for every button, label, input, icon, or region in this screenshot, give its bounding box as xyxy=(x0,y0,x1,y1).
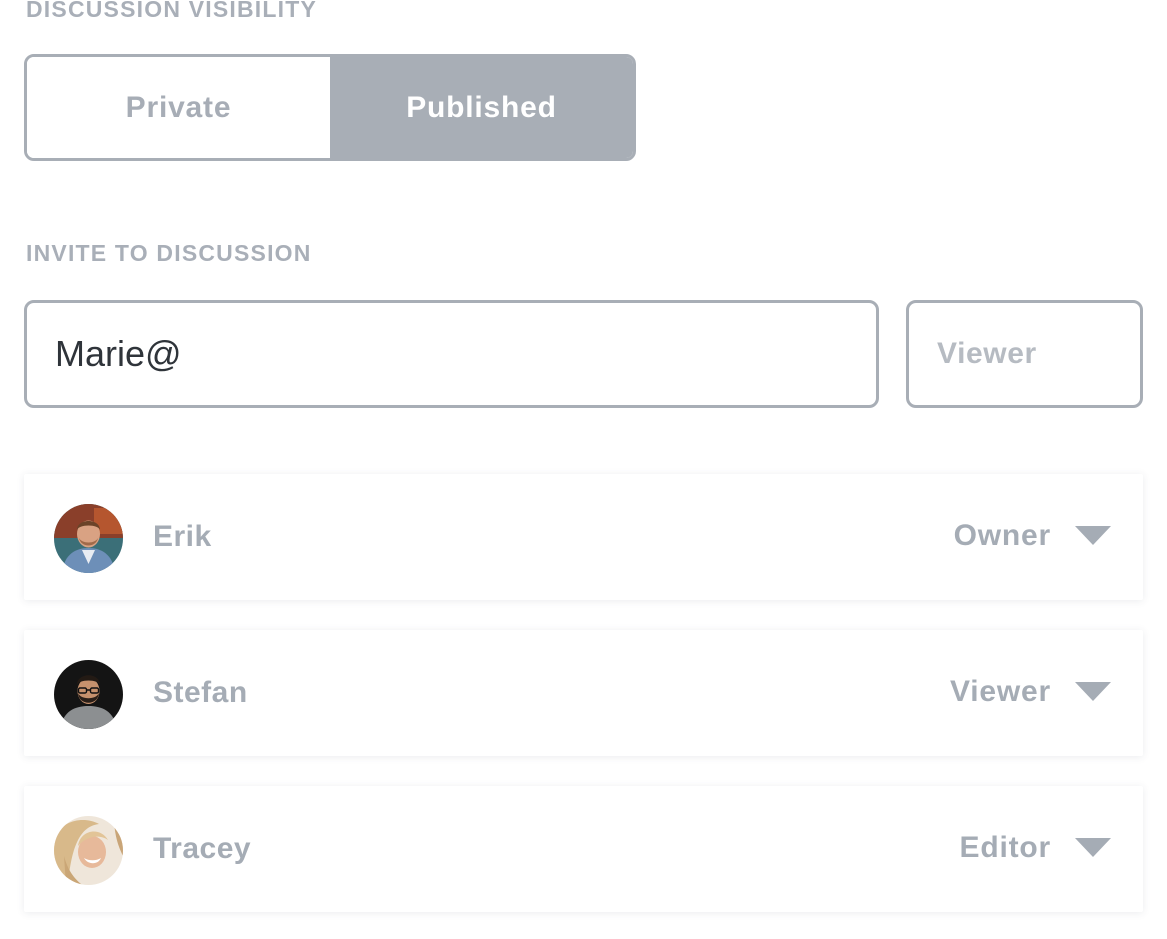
visibility-toggle: Private Published xyxy=(24,54,636,161)
avatar-tracey-icon xyxy=(54,816,123,885)
private-option-button[interactable]: Private xyxy=(27,57,330,158)
avatar-stefan-icon xyxy=(54,660,123,729)
chevron-down-icon xyxy=(1075,526,1111,545)
avatar-erik-icon xyxy=(54,504,123,573)
member-name: Stefan xyxy=(153,676,248,709)
invite-email-input[interactable] xyxy=(24,300,879,408)
chevron-down-icon xyxy=(1075,682,1111,701)
member-role-dropdown[interactable]: Viewer xyxy=(950,672,1111,712)
member-row: Erik Owner xyxy=(24,474,1143,600)
member-name: Erik xyxy=(153,520,212,553)
member-name: Tracey xyxy=(153,832,252,865)
member-role-dropdown[interactable]: Owner xyxy=(954,516,1111,556)
discussion-visibility-label: DISCUSSION VISIBILITY xyxy=(26,0,318,22)
member-role-label: Owner xyxy=(953,519,1051,552)
invite-role-select[interactable]: Viewer xyxy=(906,300,1143,408)
member-role-label: Editor xyxy=(959,831,1051,864)
member-role-label: Viewer xyxy=(950,675,1051,708)
chevron-down-icon xyxy=(1075,838,1111,857)
member-row: Tracey Editor xyxy=(24,786,1143,912)
published-option-button[interactable]: Published xyxy=(330,57,633,158)
member-row: Stefan Viewer xyxy=(24,630,1143,756)
invite-to-discussion-label: INVITE TO DISCUSSION xyxy=(26,240,312,266)
member-role-dropdown[interactable]: Editor xyxy=(960,828,1111,868)
